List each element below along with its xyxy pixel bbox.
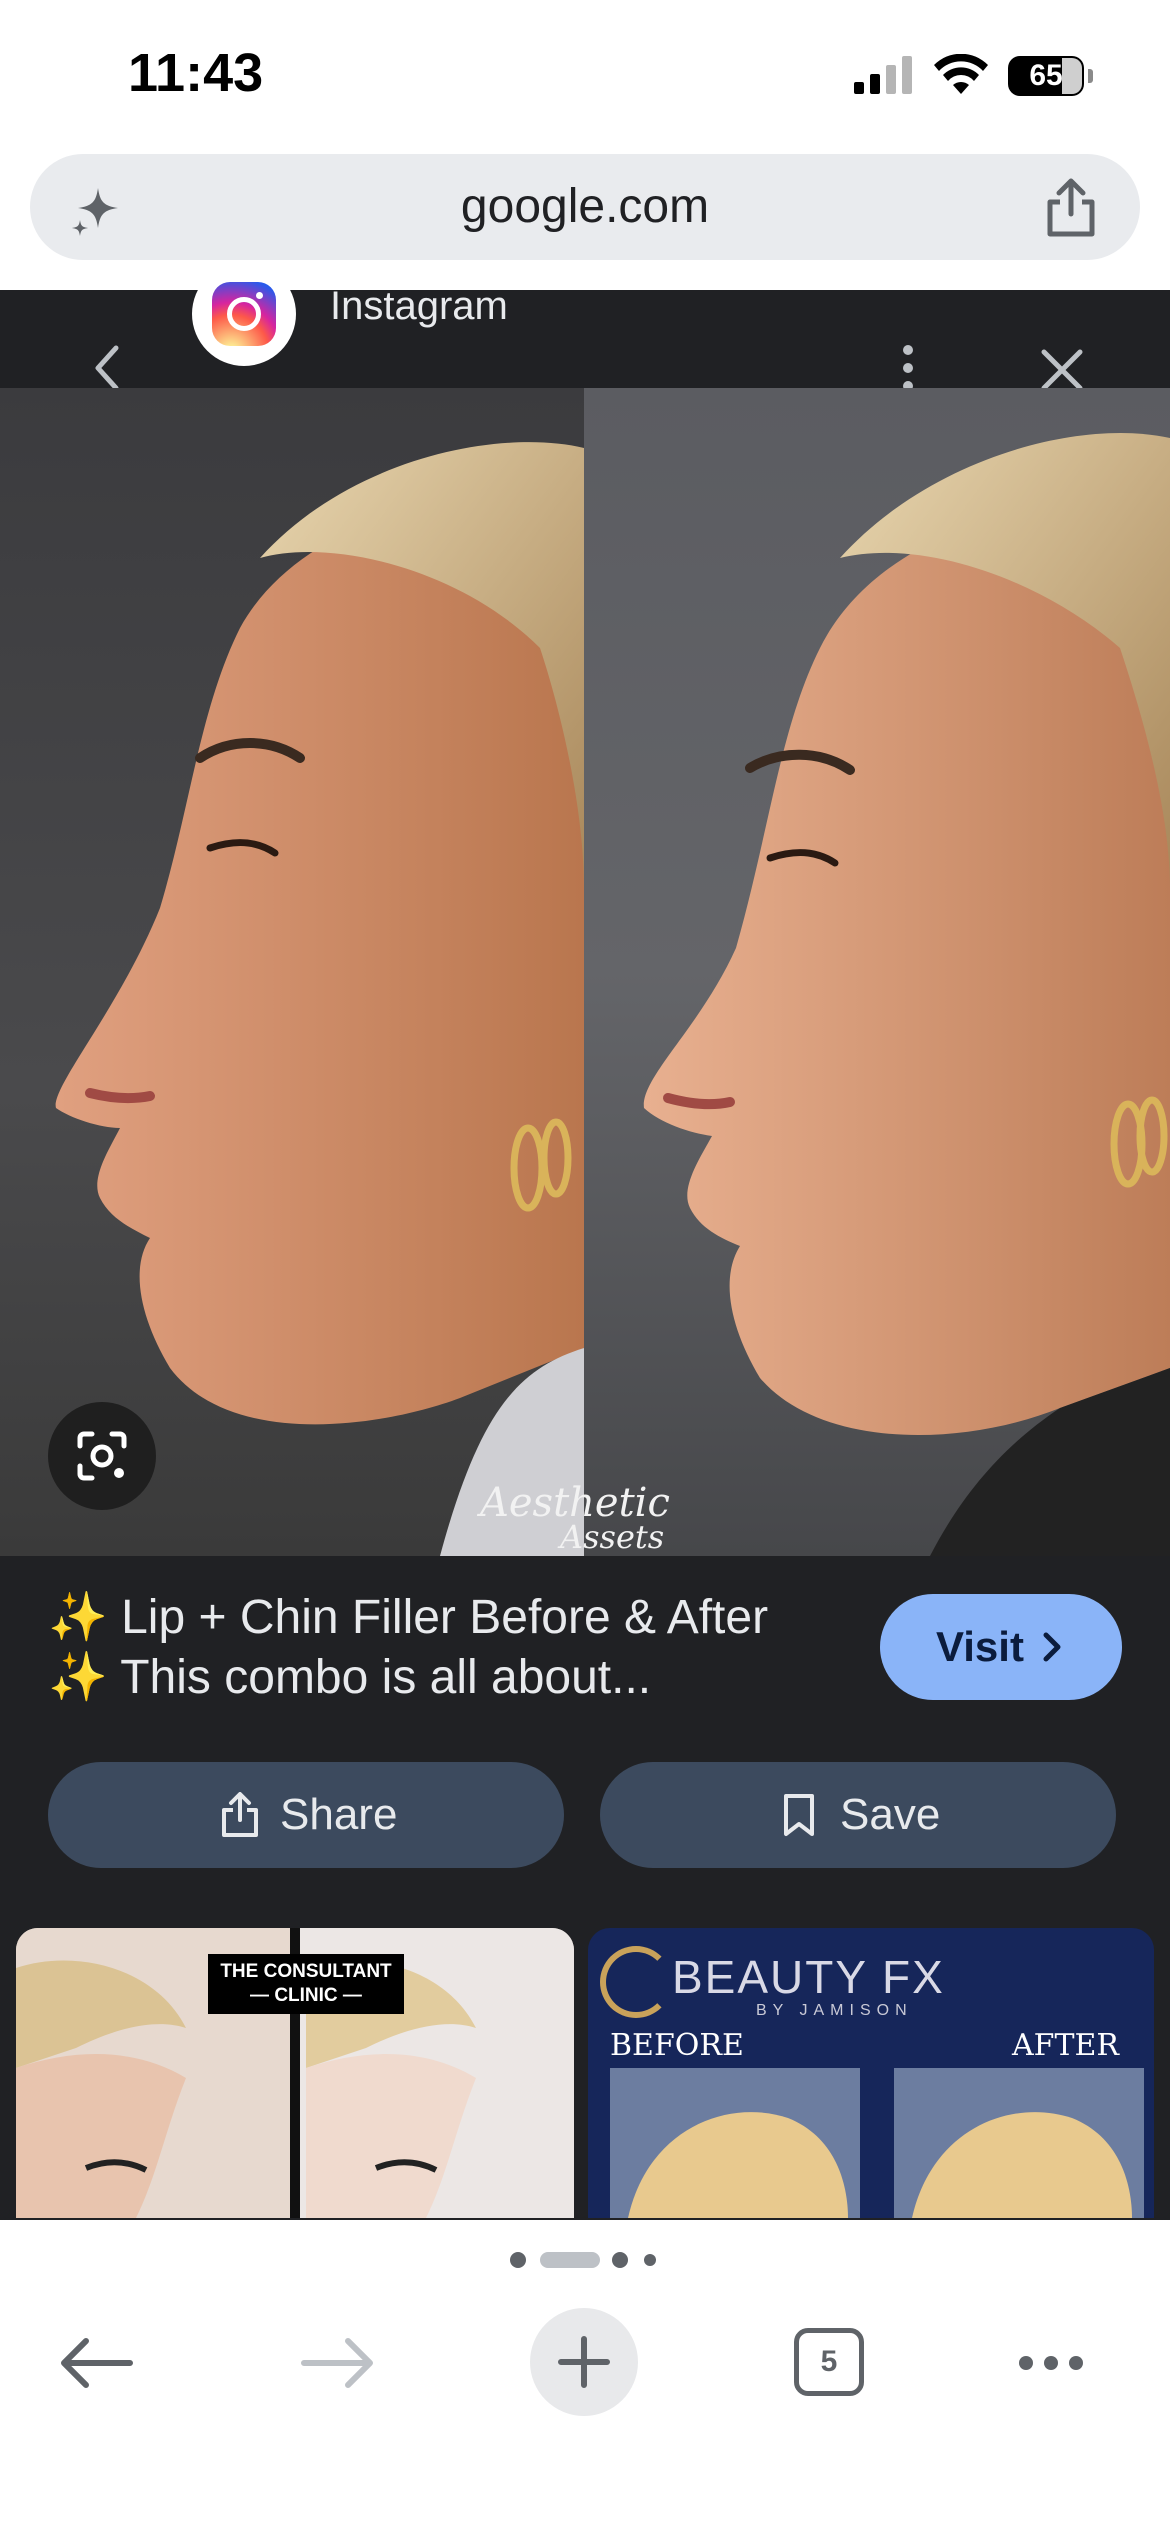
save-button[interactable]: Save — [600, 1762, 1116, 1868]
caption-line-1: ✨ Lip + Chin Filler Before & After — [48, 1591, 769, 1644]
forward-arrow-icon[interactable] — [298, 2334, 378, 2392]
photo-watermark: Aesthetic Assets — [480, 1480, 670, 1556]
share-icon — [222, 1792, 258, 1837]
bookmark-icon — [784, 1794, 814, 1836]
lens-button[interactable] — [48, 1402, 156, 1510]
beauty-fx-sub: BY JAMISON — [756, 2002, 913, 2019]
status-time: 11:43 — [128, 43, 264, 103]
related-image-1[interactable]: THE CONSULTANT — CLINIC — — [16, 1928, 574, 2218]
battery-icon: 65 — [1008, 56, 1093, 96]
new-tab-button[interactable] — [530, 2308, 638, 2416]
address-bar[interactable]: google.com — [30, 154, 1140, 260]
result-image[interactable]: Aesthetic Assets — [0, 388, 1170, 1556]
consultant-clinic-label: THE CONSULTANT — CLINIC — — [208, 1954, 404, 2014]
battery-level: 65 — [1029, 59, 1063, 92]
source-name[interactable]: Instagram — [330, 284, 508, 329]
beauty-fx-brand: BEAUTY FX — [672, 1951, 945, 2003]
pager-dot — [612, 2252, 628, 2268]
visit-label: Visit — [936, 1623, 1024, 1670]
pager-dot — [510, 2252, 526, 2268]
related-image-2[interactable]: BEAUTY FX BY JAMISON BEFORE AFTER — [588, 1928, 1154, 2218]
caption-line-2: ✨ This combo is all about... — [48, 1651, 652, 1704]
pager-dot-active — [540, 2252, 600, 2268]
chevron-right-icon — [1043, 1632, 1061, 1662]
url-text[interactable]: google.com — [30, 154, 1140, 260]
tab-switcher-button[interactable]: 5 — [794, 2328, 864, 2396]
visit-button[interactable]: Visit — [880, 1594, 1122, 1700]
plus-icon — [558, 2336, 610, 2388]
close-icon[interactable] — [1038, 346, 1086, 394]
wifi-icon — [934, 54, 988, 94]
image-caption[interactable]: ✨ Lip + Chin Filler Before & After ✨ Thi… — [48, 1588, 838, 1708]
instagram-icon[interactable] — [192, 262, 296, 366]
after-label: AFTER — [1012, 2028, 1119, 2063]
pager-dot — [644, 2254, 656, 2266]
more-horiz-icon[interactable] — [1016, 2350, 1086, 2376]
share-button[interactable]: Share — [48, 1762, 564, 1868]
lens-icon — [77, 1431, 127, 1481]
beauty-fx-logo-icon — [600, 1946, 672, 2018]
share-label: Share — [280, 1790, 398, 1839]
pager-dots — [0, 2240, 1170, 2280]
save-label: Save — [840, 1790, 941, 1839]
share-icon[interactable] — [1042, 178, 1100, 238]
back-arrow-icon[interactable] — [56, 2334, 136, 2392]
status-bar: 11:43 65 — [0, 0, 1170, 150]
cellular-signal-icon — [854, 56, 912, 94]
before-label: BEFORE — [610, 2028, 744, 2063]
face-illustration — [55, 433, 1170, 1556]
